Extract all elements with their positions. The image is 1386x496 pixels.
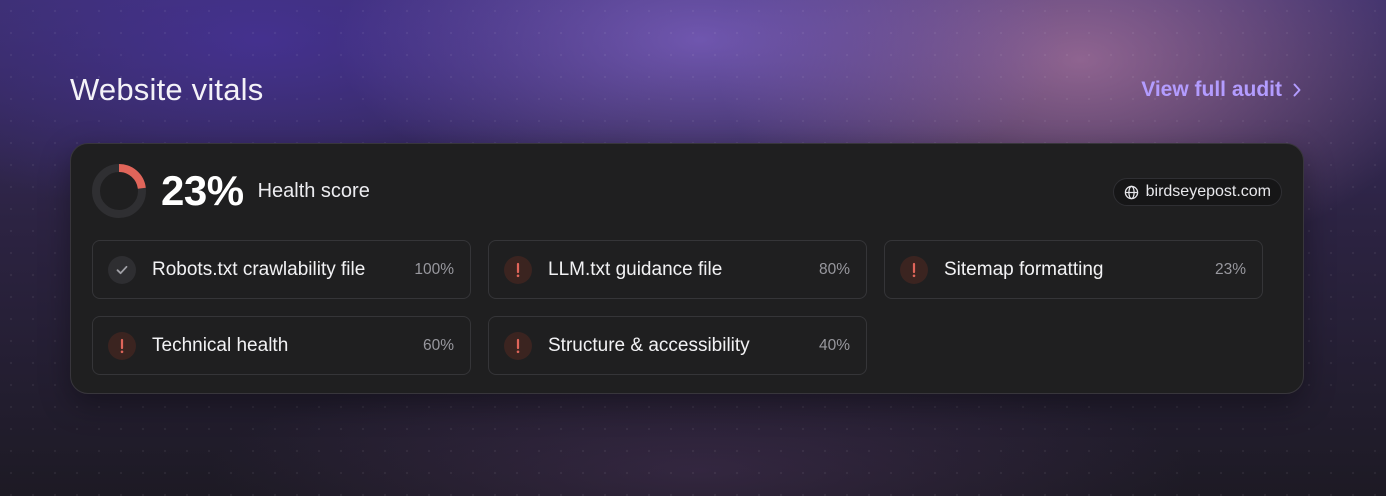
status-warning-badge	[504, 331, 532, 360]
vital-item-technical-health[interactable]: Technical health 60%	[92, 316, 471, 375]
vital-item-structure-accessibility[interactable]: Structure & accessibility 40%	[488, 316, 867, 375]
vital-label: LLM.txt guidance file	[548, 258, 723, 280]
vital-item-llm-txt[interactable]: LLM.txt guidance file 80%	[488, 240, 867, 299]
vital-label: Sitemap formatting	[944, 258, 1104, 280]
vital-percentage: 100%	[414, 260, 454, 278]
vital-percentage: 23%	[1214, 260, 1246, 278]
exclamation-icon	[516, 262, 520, 277]
status-pass-badge	[108, 255, 136, 284]
health-score-label: Health score	[257, 179, 370, 202]
view-full-audit-link[interactable]: View full audit	[1141, 78, 1302, 102]
exclamation-icon	[120, 338, 124, 353]
chevron-right-icon	[1293, 83, 1301, 97]
status-warning-badge	[504, 255, 532, 284]
view-full-audit-label: View full audit	[1141, 78, 1282, 101]
vital-item-robots[interactable]: Robots.txt crawlability file 100%	[92, 240, 471, 299]
status-warning-badge	[108, 331, 136, 360]
exclamation-icon	[516, 338, 520, 353]
check-icon	[116, 265, 128, 274]
status-warning-badge	[900, 255, 928, 284]
exclamation-icon	[912, 262, 916, 277]
vital-percentage: 60%	[422, 336, 454, 354]
website-vitals-card: 23% Health score birdseyepost.com Robots…	[70, 143, 1304, 394]
page-title: Website vitals	[70, 72, 264, 107]
health-score-value: 23%	[161, 167, 244, 214]
globe-icon	[1124, 185, 1138, 199]
health-score-ring	[92, 164, 146, 218]
vital-item-sitemap[interactable]: Sitemap formatting 23%	[884, 240, 1263, 299]
page-header: Website vitals View full audit	[70, 68, 1302, 112]
vital-label: Technical health	[152, 334, 289, 356]
site-domain-text: birdseyepost.com	[1145, 183, 1271, 200]
site-domain-badge: birdseyepost.com	[1112, 178, 1282, 206]
vital-percentage: 80%	[818, 260, 850, 278]
vital-percentage: 40%	[818, 336, 850, 354]
vital-label: Robots.txt crawlability file	[152, 258, 366, 280]
vital-label: Structure & accessibility	[548, 334, 750, 356]
health-score-row: 23% Health score	[91, 164, 370, 218]
